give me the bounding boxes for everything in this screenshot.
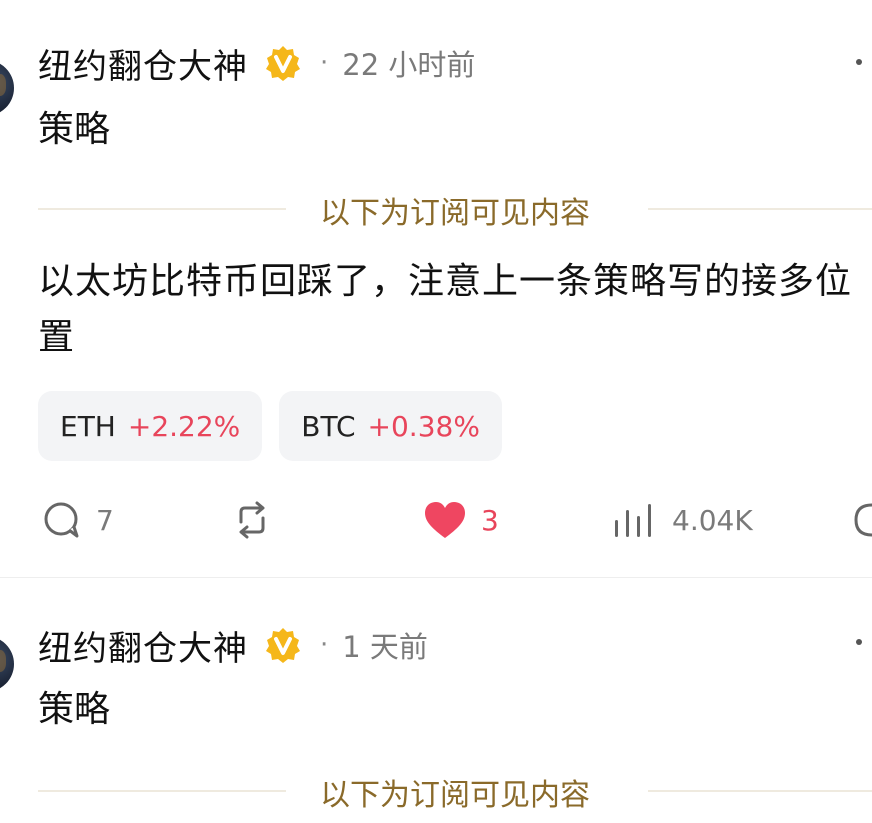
ticker-symbol: BTC [301,409,356,443]
heart-icon [425,502,465,538]
divider-line-left [38,790,286,792]
post-actions: 7 3 4.04K [0,496,872,544]
divider-line-left [38,208,286,210]
divider-line-right [648,208,872,210]
post-header: 纽约翻仓大神 · 1 天前 [38,620,428,670]
ticker-chip-eth[interactable]: ETH +2.22% [38,391,263,461]
avatar[interactable] [0,60,14,116]
share-button[interactable] [853,496,872,544]
post-time: 1 天前 [342,630,428,664]
verified-badge-icon [266,46,300,81]
avatar[interactable] [0,636,14,692]
views-bar-chart-icon [615,504,651,537]
like-button[interactable]: 3 [423,496,499,544]
like-count: 3 [481,503,499,537]
comment-icon [44,502,79,538]
views-count: 4.04K [672,503,753,537]
ticker-chip-btc[interactable]: BTC +0.38% [279,391,502,461]
subscriber-only-divider: 以下为订阅可见内容 [38,188,872,231]
ticker-symbol: ETH [60,409,116,443]
author-name[interactable]: 纽约翻仓大神 [38,621,248,670]
more-options-icon[interactable] [856,59,862,65]
separator-dot: · [320,48,329,78]
divider-line-right [648,790,872,792]
more-options-icon[interactable] [856,639,862,645]
post-card[interactable]: 纽约翻仓大神 · 22 小时前 策略 以下为订阅可见内容 以太坊比特币回踩了，注… [0,0,872,577]
verified-badge-icon [266,628,300,663]
views-indicator[interactable]: 4.04K [612,496,753,544]
subscriber-only-divider: 以下为订阅可见内容 [38,770,872,813]
comment-count: 7 [96,503,114,537]
repost-button[interactable] [232,496,286,544]
ticker-change: +0.38% [367,409,480,443]
feed: 纽约翻仓大神 · 22 小时前 策略 以下为订阅可见内容 以太坊比特币回踩了，注… [0,0,872,823]
post-time: 22 小时前 [342,48,476,82]
post-tag: 策略 [38,689,111,730]
post-header: 纽约翻仓大神 · 22 小时前 [38,38,475,88]
post-card[interactable]: 纽约翻仓大神 · 1 天前 策略 以下为订阅可见内容 [0,578,872,823]
repost-icon [239,501,265,539]
ticker-chips: ETH +2.22% BTC +0.38% [38,391,519,461]
share-icon [854,503,872,537]
subscriber-only-label: 以下为订阅可见内容 [320,778,590,813]
comment-button[interactable]: 7 [42,496,114,544]
subscriber-only-label: 以下为订阅可见内容 [320,196,590,231]
post-body: 以太坊比特币回踩了，注意上一条策略写的接多位置 [38,261,853,358]
ticker-change: +2.22% [127,409,241,443]
separator-dot: · [320,630,329,660]
post-tag: 策略 [38,109,111,150]
author-name[interactable]: 纽约翻仓大神 [38,39,248,88]
